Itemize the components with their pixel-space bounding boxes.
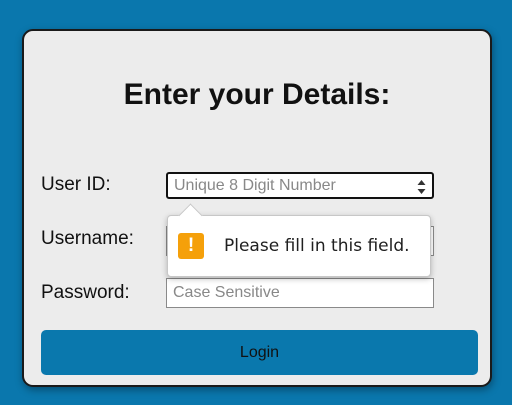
tooltip-arrow (178, 203, 203, 228)
form-title: Enter your Details: (123, 78, 391, 111)
password-placeholder: Case Sensitive (173, 284, 280, 301)
username-label: Username: (41, 228, 134, 249)
number-spinner-icon[interactable] (417, 177, 426, 197)
login-card: Enter your Details: User ID: Unique 8 Di… (22, 29, 492, 387)
login-button[interactable]: Login (41, 330, 478, 375)
password-input[interactable]: Case Sensitive (166, 278, 434, 308)
user-id-placeholder: Unique 8 Digit Number (174, 176, 336, 194)
user-id-input[interactable]: Unique 8 Digit Number (166, 172, 434, 199)
validation-tooltip: ! Please fill in this field. (167, 203, 431, 277)
user-id-label: User ID: (41, 174, 111, 195)
password-label: Password: (41, 282, 130, 303)
warning-icon: ! (178, 233, 204, 259)
tooltip-message: Please fill in this field. (224, 236, 410, 256)
